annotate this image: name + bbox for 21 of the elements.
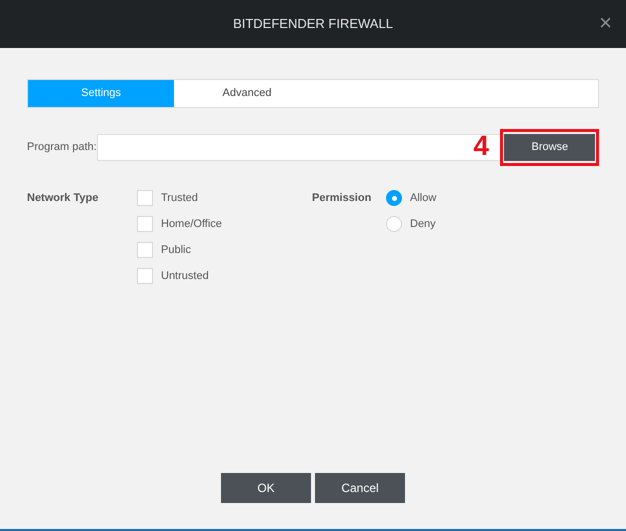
network-type-label: Network Type <box>27 191 100 206</box>
checkbox-label: Trusted <box>161 190 198 206</box>
checkbox-label: Home/Office <box>161 216 222 232</box>
window-title: BITDEFENDER FIREWALL <box>233 15 393 34</box>
permission-label: Permission <box>312 191 372 206</box>
radio-label: Deny <box>410 216 436 232</box>
program-path-label: Program path: <box>27 140 97 156</box>
annotation-number: 4 <box>473 130 489 162</box>
radio-button[interactable] <box>386 216 402 232</box>
ok-button[interactable]: OK <box>221 473 311 503</box>
browse-button[interactable]: Browse <box>504 134 596 161</box>
checkbox[interactable] <box>137 268 153 284</box>
radio-label: Allow <box>410 190 436 206</box>
checkbox[interactable] <box>137 242 153 258</box>
checkbox-label: Untrusted <box>161 268 209 284</box>
checkbox[interactable] <box>137 216 153 232</box>
close-button[interactable]: × <box>599 12 612 34</box>
cancel-button[interactable]: Cancel <box>315 473 405 503</box>
checkbox-label: Public <box>161 242 191 258</box>
radio-button[interactable] <box>386 190 402 206</box>
checkbox[interactable] <box>137 190 153 206</box>
